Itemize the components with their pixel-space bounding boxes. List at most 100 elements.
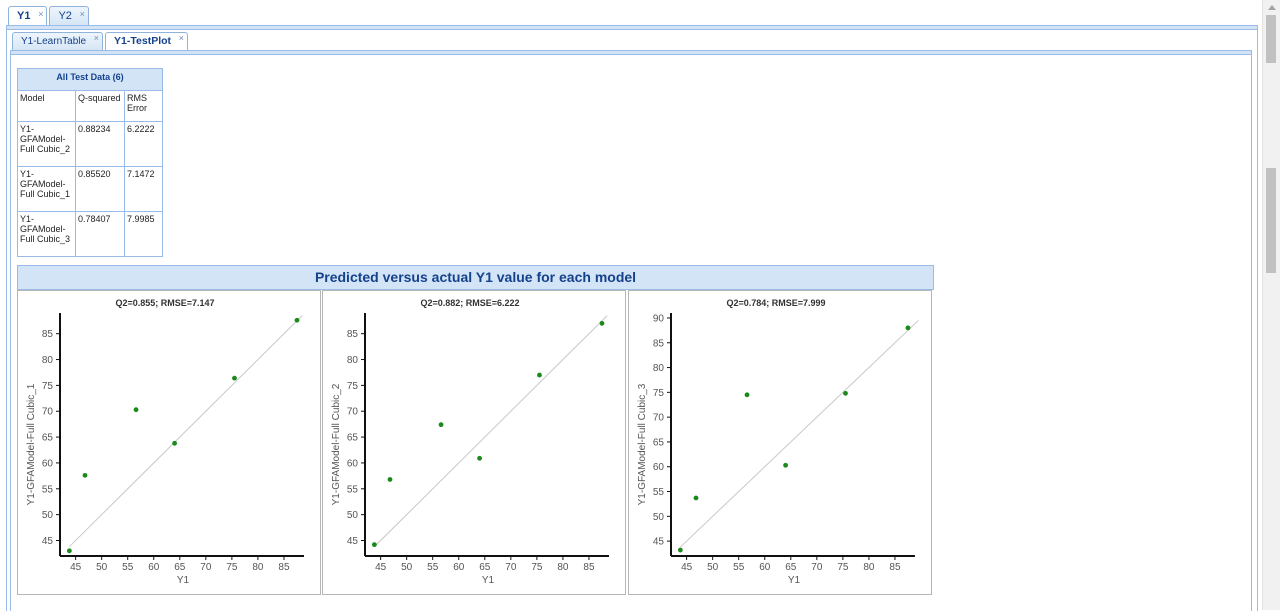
scatter-plot-3: Q2=0.784; RMSE=7.999 45 50 55 60 65 70 75 80 85 45…: [628, 290, 932, 595]
data-point: [843, 390, 848, 396]
y-tick-label: 55: [653, 487, 665, 498]
y-tick-label: 70: [42, 407, 54, 418]
column-header-model: Model: [17, 90, 76, 122]
y-tick-label: 50: [347, 510, 359, 521]
tab-y2[interactable]: Y2 ×: [49, 5, 89, 25]
chart-title: Q2=0.882; RMSE=6.222: [420, 298, 519, 308]
cell-q-squared: 0.85520: [75, 166, 125, 212]
scroll-thumb[interactable]: [1266, 15, 1276, 63]
scroll-up-icon[interactable]: [1268, 5, 1276, 10]
x-tick-label: 75: [226, 562, 238, 573]
test-data-table: All Test Data (6) Model Q-squared RMS Er…: [17, 68, 163, 257]
top-tabbar: Y1 × Y2 ×: [8, 5, 89, 27]
x-axis-label: Y1: [177, 575, 190, 586]
x-tick-label: 55: [733, 562, 745, 573]
reference-line: [680, 320, 919, 548]
x-tick-label: 75: [531, 562, 543, 573]
y-tick-label: 45: [347, 536, 359, 547]
y-tick-label: 50: [653, 512, 665, 523]
y-tick-label: 85: [42, 329, 54, 340]
x-tick-label: 55: [122, 562, 134, 573]
data-point: [294, 317, 300, 323]
column-header-q-squared: Q-squared: [75, 90, 125, 122]
y-tick-label: 45: [42, 536, 54, 547]
tab-y1-learntable[interactable]: Y1-LearnTable ×: [12, 30, 104, 50]
y-tick-label: 65: [653, 437, 665, 448]
cell-rms-error: 6.2222: [124, 121, 163, 167]
y-tick-label: 55: [42, 484, 54, 495]
y-axis-label: Y1-GFAModel-Full Cubic_2: [331, 383, 342, 505]
table-row: Y1-GFAModel-Full Cubic_2 0.88234 6.2222: [17, 121, 163, 167]
y-tick-label: 75: [653, 388, 665, 399]
x-tick-label: 75: [837, 562, 849, 573]
y-tick-label: 75: [42, 381, 54, 392]
tab-label: Y2: [58, 10, 72, 22]
x-tick-label: 85: [889, 562, 901, 573]
x-tick-label: 70: [505, 562, 517, 573]
cell-q-squared: 0.88234: [75, 121, 125, 167]
x-tick-label: 45: [375, 562, 387, 573]
y-tick-label: 90: [653, 313, 665, 324]
close-icon[interactable]: ×: [80, 5, 85, 24]
y-axis-label: Y1-GFAModel-Full Cubic_3: [637, 383, 648, 505]
table-header-row: Model Q-squared RMS Error: [17, 90, 163, 122]
x-tick-label: 50: [96, 562, 108, 573]
sub-tabbar: Y1-LearnTable × Y1-TestPlot ×: [12, 30, 189, 52]
table-row: Y1-GFAModel-Full Cubic_1 0.85520 7.1472: [17, 166, 163, 212]
x-tick-label: 80: [557, 562, 569, 573]
tab-y1-testplot[interactable]: Y1-TestPlot ×: [105, 30, 189, 52]
y-axis-label: Y1-GFAModel-Full Cubic_1: [26, 383, 37, 505]
reference-line: [69, 315, 303, 548]
cell-model: Y1-GFAModel-Full Cubic_2: [17, 121, 76, 167]
plot-svg: Q2=0.784; RMSE=7.999 45 50 55 60 65 70 75 80 85 45…: [637, 298, 919, 586]
data-point: [387, 477, 393, 482]
x-tick-label: 60: [759, 562, 771, 573]
y-tick-label: 85: [653, 338, 665, 349]
y-tick-label: 80: [42, 355, 54, 366]
chart-title: Q2=0.784; RMSE=7.999: [726, 298, 825, 308]
data-point: [371, 542, 377, 548]
tab-label: Y1: [17, 10, 31, 22]
scatter-plot-2: Q2=0.882; RMSE=6.222 45 50 55 60 65 70 75 80 85 45…: [322, 290, 626, 595]
y-tick-label: 80: [347, 355, 359, 366]
x-tick-label: 50: [401, 562, 413, 573]
x-tick-label: 85: [583, 562, 595, 573]
tab-y1[interactable]: Y1 ×: [8, 5, 48, 27]
x-tick-label: 65: [785, 562, 797, 573]
close-icon[interactable]: ×: [38, 5, 43, 24]
tab-label: Y1-TestPlot: [114, 35, 172, 47]
reference-line: [374, 315, 608, 548]
y-tick-label: 75: [347, 381, 359, 392]
x-axis-label: Y1: [788, 575, 801, 586]
y-tick-label: 70: [347, 407, 359, 418]
cell-model: Y1-GFAModel-Full Cubic_1: [17, 166, 76, 212]
cell-model: Y1-GFAModel-Full Cubic_3: [17, 211, 76, 257]
data-point: [66, 548, 72, 554]
data-point: [477, 455, 482, 461]
table-title: All Test Data (6): [17, 68, 163, 91]
cell-q-squared: 0.78407: [75, 211, 125, 257]
y-tick-label: 60: [653, 462, 665, 473]
y-tick-label: 80: [653, 363, 665, 374]
x-tick-label: 60: [148, 562, 160, 573]
x-axis-label: Y1: [482, 575, 495, 586]
y-tick-label: 50: [42, 510, 54, 521]
data-point: [82, 472, 88, 478]
data-point: [744, 392, 750, 398]
data-point: [783, 462, 788, 468]
chart-title: Q2=0.855; RMSE=7.147: [115, 298, 214, 308]
x-tick-label: 70: [200, 562, 212, 573]
vertical-scrollbar[interactable]: [1262, 0, 1280, 610]
data-point: [905, 325, 911, 331]
plot-svg: Q2=0.855; RMSE=7.147 45 50 55 60 65 70 75 80 85 45…: [26, 298, 304, 586]
data-point: [693, 495, 699, 501]
y-tick-label: 60: [347, 458, 359, 469]
data-point: [172, 440, 177, 446]
x-tick-label: 65: [174, 562, 186, 573]
scroll-thumb[interactable]: [1266, 168, 1276, 273]
close-icon[interactable]: ×: [94, 30, 99, 47]
column-header-rms-error: RMS Error: [124, 90, 163, 122]
y-tick-label: 60: [42, 458, 54, 469]
close-icon[interactable]: ×: [179, 30, 184, 47]
x-tick-label: 45: [681, 562, 693, 573]
